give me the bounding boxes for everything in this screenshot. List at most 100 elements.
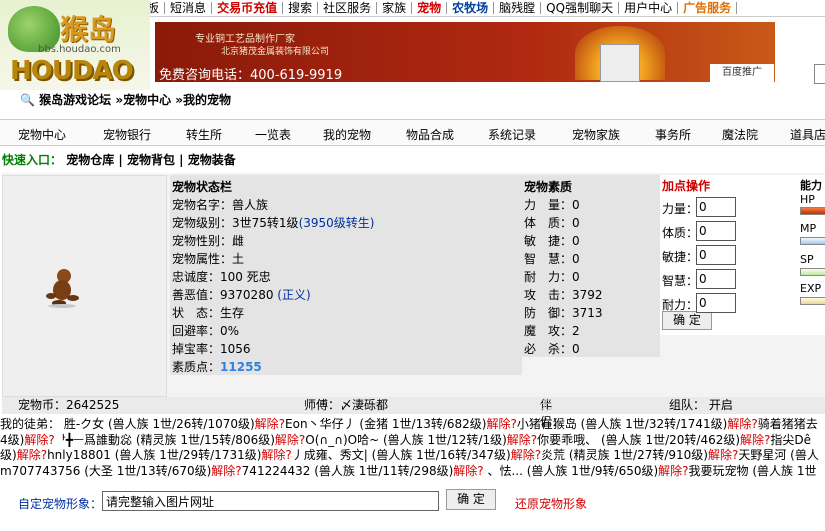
nav-tab[interactable]: 事务所 — [655, 126, 691, 143]
pet-karma-row: 善恶值：9370280 (正义) — [172, 288, 311, 302]
release-disciple-link[interactable]: 解除? — [453, 464, 483, 478]
disciple-entry[interactable]: 小猪在猴岛 (兽人族 1世/32转/1741级) — [517, 417, 728, 431]
pet-coins: 宠物币：2642525 — [18, 398, 120, 412]
attribute-row: 体 质：0 — [524, 216, 580, 230]
topbar-item[interactable]: 宠物 — [412, 2, 448, 14]
quick-link-warehouse[interactable]: 宠物仓库 — [66, 153, 114, 167]
disciple-entry[interactable]: Eon丶华仔丿 (金猪 1世/13转/682级) — [285, 417, 486, 431]
nav-tab[interactable]: 宠物家族 — [572, 126, 620, 143]
release-disciple-link[interactable]: 解除? — [486, 417, 516, 431]
quick-link-backpack[interactable]: 宠物背包 — [127, 153, 175, 167]
nav-tab[interactable]: 转生所 — [186, 126, 222, 143]
breadcrumb-text[interactable]: 猴岛游戏论坛 »宠物中心 »我的宠物 — [39, 93, 231, 107]
pet-master[interactable]: 师傅：〆淒砾都 — [304, 397, 388, 414]
baidu-promo-label[interactable]: 百度推广 — [710, 64, 774, 82]
mp-bar — [800, 237, 825, 245]
nav-tab[interactable]: 一览表 — [255, 126, 291, 143]
disciple-entry[interactable]: 我的徒弟： 胜-ク女 (兽人族 1世/26转/1070级) — [0, 417, 255, 431]
custom-image-confirm-button[interactable]: 确 定 — [446, 489, 496, 510]
banner-line2: 北京猪茂金属装饰有限公司 — [221, 47, 330, 57]
topbar-item[interactable]: 家族 — [377, 2, 413, 14]
disciple-entry[interactable]: m707743756 (大圣 1世/13转/670级) — [0, 464, 211, 478]
release-disciple-link[interactable]: 解除? — [17, 448, 47, 462]
restore-image-link[interactable]: 还原宠物形象 — [515, 495, 587, 512]
topbar-item[interactable]: 用户中心 — [619, 2, 679, 14]
logo-url: bbs.houdao.com — [38, 44, 121, 55]
disciple-entry[interactable]: 指尖Dê — [770, 433, 811, 447]
disciple-entry[interactable]: 、怯... (兽人族 1世/9转/650级) — [484, 464, 658, 478]
disciple-entry[interactable]: 741224432 (兽人族 1世/11转/298级) — [242, 464, 454, 478]
attributes-title: 宠物素质 — [524, 180, 573, 194]
disciple-entry[interactable]: O(∩_∩)O哈~ (兽人族 1世/12转/1级) — [305, 433, 507, 447]
pet-drop: 1056 — [220, 342, 251, 356]
topbar-item[interactable]: 社区服务 — [318, 2, 378, 14]
nav-tab[interactable]: 我的宠物 — [323, 126, 371, 143]
pet-level: 3世75转1级 — [232, 216, 299, 230]
topbar-item[interactable]: 农牧场 — [447, 2, 495, 14]
disciple-entry[interactable]: 骑着猪猪去 — [758, 417, 818, 431]
release-disciple-link[interactable]: 解除? — [658, 464, 688, 478]
topbar-item[interactable]: 交易币充值 — [212, 2, 284, 14]
disciple-entry[interactable]: 我要玩宠物 (兽人族 1世 — [689, 464, 817, 478]
release-disciple-link[interactable]: 解除? — [255, 417, 285, 431]
image-url-input[interactable] — [102, 491, 439, 511]
release-disciple-link[interactable]: 解除? — [740, 433, 770, 447]
logo-hanzi: 猴岛 — [60, 13, 117, 46]
rebirth-link[interactable]: (3950级转生) — [299, 216, 375, 230]
banner-ad[interactable]: 专业铜工艺品制作厂家 北京猪茂金属装饰有限公司 免费咨询电话：400-619-9… — [155, 22, 775, 82]
release-disciple-link[interactable]: 解除? — [708, 448, 738, 462]
add-point-input[interactable] — [696, 221, 736, 241]
add-point-input[interactable] — [696, 269, 736, 289]
disciple-line: 我的徒弟： 胜-ク女 (兽人族 1世/26转/1070级)解除?Eon丶华仔丿 … — [0, 417, 825, 433]
banner-line1: 专业铜工艺品制作厂家 — [195, 34, 295, 45]
nav-tab[interactable]: 宠物银行 — [103, 126, 151, 143]
release-disciple-link[interactable]: 解除? — [261, 448, 291, 462]
add-point-input[interactable] — [696, 197, 736, 217]
search-icon: 🔍 — [20, 93, 35, 107]
hp-bar — [800, 207, 825, 215]
attribute-row: 必 杀：0 — [524, 342, 580, 356]
quick-link-equipment[interactable]: 宠物装备 — [188, 153, 236, 167]
right-edge-box[interactable] — [814, 64, 825, 84]
topbar-item[interactable]: 搜索 — [283, 2, 319, 14]
disciple-entry[interactable]: ᅡ╋ᅳ爲誰動惢 (精灵族 1世/15转/806级) — [55, 433, 275, 447]
attribute-value: 0 — [572, 270, 580, 284]
disciple-entry[interactable]: 丿成雍、秀文| (兽人族 1世/16转/347级) — [292, 448, 511, 462]
release-disciple-link[interactable]: 解除? — [507, 433, 537, 447]
add-points-confirm-button[interactable]: 确 定 — [662, 311, 712, 330]
release-disciple-link[interactable]: 解除? — [211, 464, 241, 478]
sp-label: SP — [800, 253, 814, 266]
attribute-row: 魔 攻：2 — [524, 324, 580, 338]
attribute-value: 0 — [572, 198, 580, 212]
disciples-list: 我的徒弟： 胜-ク女 (兽人族 1世/26转/1070级)解除?Eon丶华仔丿 … — [0, 417, 825, 481]
disciple-entry[interactable]: 你要乖哦、 (兽人族 1世/20转/462级) — [537, 433, 740, 447]
add-point-label: 力量： — [662, 202, 699, 216]
nav-tab[interactable]: 物品合成 — [406, 126, 454, 143]
disciple-entry[interactable]: 天野星河 (兽人 — [738, 448, 819, 462]
disciple-entry[interactable]: 炎荒 (精灵族 1世/27转/910级) — [541, 448, 708, 462]
disciple-entry[interactable]: 级) — [0, 448, 17, 462]
release-disciple-link[interactable]: 解除? — [275, 433, 305, 447]
pet-name-row: 宠物名字：兽人族 — [172, 198, 269, 212]
disciple-entry[interactable]: 4级) — [0, 433, 24, 447]
topbar-item[interactable]: 脑残膛 — [494, 2, 542, 14]
pet-dodge: 0% — [220, 324, 240, 338]
add-point-input[interactable] — [696, 245, 736, 265]
building-image — [600, 44, 640, 82]
release-disciple-link[interactable]: 解除? — [727, 417, 757, 431]
nav-tab[interactable]: 道具店 — [790, 126, 825, 143]
breadcrumb: 🔍 猴岛游戏论坛 »宠物中心 »我的宠物 — [20, 91, 231, 108]
topbar-item[interactable]: 短消息 — [165, 2, 213, 14]
release-disciple-link[interactable]: 解除? — [24, 433, 54, 447]
release-disciple-link[interactable]: 解除? — [511, 448, 541, 462]
add-point-input[interactable] — [696, 293, 736, 313]
site-logo[interactable]: 猴岛 bbs.houdao.com HOUDAO — [0, 0, 150, 90]
topbar-item[interactable]: 广告服务 — [678, 2, 738, 14]
topbar-item[interactable]: QQ强制聊天 — [541, 2, 620, 14]
nav-tab[interactable]: 宠物中心 — [18, 126, 66, 143]
nav-tab[interactable]: 魔法院 — [722, 126, 758, 143]
nav-tab[interactable]: 系统记录 — [488, 126, 536, 143]
disciple-entry[interactable]: hnly18801 (兽人族 1世/29转/1731级) — [47, 448, 261, 462]
status-title: 宠物状态栏 — [172, 180, 233, 194]
logo-word: HOUDAO — [10, 56, 134, 86]
